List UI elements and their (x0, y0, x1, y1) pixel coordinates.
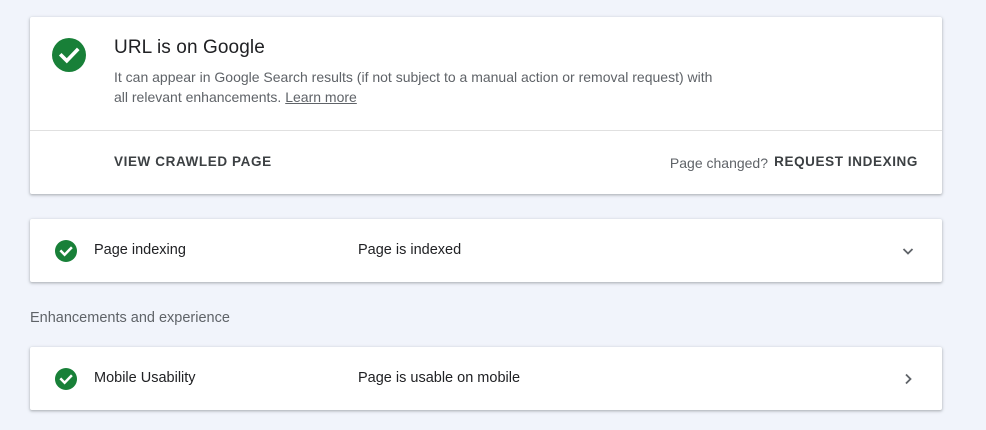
view-crawled-page-button[interactable]: VIEW CRAWLED PAGE (114, 154, 272, 169)
chevron-right-icon[interactable] (900, 371, 916, 387)
status-title: URL is on Google (114, 37, 265, 58)
mobile-usability-label: Mobile Usability (94, 370, 196, 386)
status-description-text: It can appear in Google Search results (… (114, 69, 713, 105)
check-circle-icon (55, 240, 77, 262)
status-description: It can appear in Google Search results (… (114, 67, 714, 107)
page-indexing-row[interactable]: Page indexing Page is indexed (30, 219, 942, 282)
url-status-card: URL is on Google It can appear in Google… (30, 17, 942, 194)
mobile-usability-value: Page is usable on mobile (358, 370, 521, 386)
status-actions: VIEW CRAWLED PAGE Page changed? REQUEST … (30, 131, 942, 194)
learn-more-link[interactable]: Learn more (285, 89, 357, 105)
check-circle-icon (55, 368, 77, 390)
status-summary: URL is on Google It can appear in Google… (30, 17, 942, 130)
enhancements-heading: Enhancements and experience (30, 310, 230, 326)
page-indexing-label: Page indexing (94, 242, 186, 258)
page-changed-label: Page changed? (669, 155, 768, 171)
request-indexing-button[interactable]: REQUEST INDEXING (774, 154, 918, 169)
mobile-usability-row[interactable]: Mobile Usability Page is usable on mobil… (30, 347, 942, 410)
check-circle-icon (52, 38, 86, 72)
page-indexing-value: Page is indexed (358, 242, 462, 258)
chevron-down-icon[interactable] (900, 243, 916, 259)
